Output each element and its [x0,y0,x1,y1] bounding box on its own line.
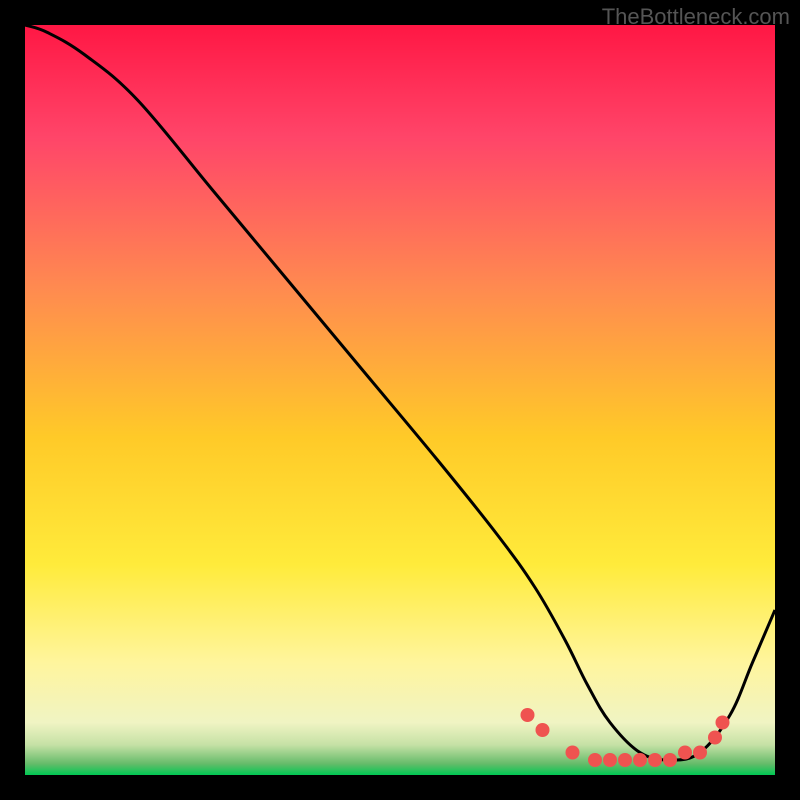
bottleneck-zone-markers [521,708,730,767]
marker-dot [588,753,602,767]
marker-dot [618,753,632,767]
marker-dot [663,753,677,767]
chart-curve-layer [25,25,775,775]
marker-dot [536,723,550,737]
marker-dot [566,746,580,760]
marker-dot [521,708,535,722]
marker-dot [693,746,707,760]
marker-dot [603,753,617,767]
bottleneck-curve-line [25,25,775,760]
watermark-text: TheBottleneck.com [602,4,790,30]
marker-dot [648,753,662,767]
marker-dot [678,746,692,760]
marker-dot [633,753,647,767]
marker-dot [708,731,722,745]
chart-plot-area [25,25,775,775]
marker-dot [716,716,730,730]
